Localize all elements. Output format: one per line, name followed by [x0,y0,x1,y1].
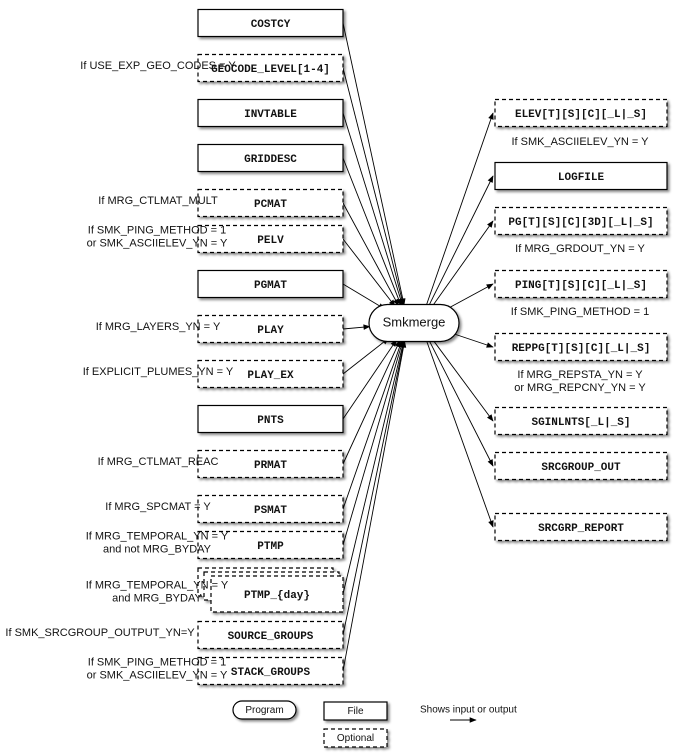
condition-label: If MRG_SPCMAT = Y [105,501,211,513]
smkmerge-flow-diagram: COSTCY GEOCODE_LEVEL[1-4]If USE_EXP_GEO_C… [5,8,668,748]
input-arrow [342,337,390,375]
condition-label: If MRG_TEMPORAL_YN = Y [86,530,229,542]
condition-label: or MRG_REPCNY_YN = Y [514,382,646,394]
output-node-pg-t-s-c-3d-l-s[interactable]: PG[T][S][C][3D][_L|_S] If MRG_GRDOUT_YN =… [494,206,668,255]
file-label: INVTABLE [244,109,297,121]
file-label: REPPG[T][S][C][_L|_S] [512,343,651,355]
file-label: PNTS [257,415,284,427]
input-arrow [342,238,396,307]
edges [342,22,494,672]
input-node-prmat[interactable]: PRMAT If MRG_CTLMAT_REAC [98,449,344,479]
file-label: PRMAT [254,460,287,472]
file-label: PSMAT [254,505,287,517]
condition-label: If MRG_LAYERS_YN = Y [96,321,221,333]
input-arrow [342,340,404,546]
file-label: ELEV[T][S][C][_L|_S] [515,109,647,121]
input-arrow [342,340,407,672]
input-node-pnts[interactable]: PNTS [197,404,344,434]
file-label: PLAY [257,325,284,337]
condition-label: If SMK_PING_METHOD = 1 [511,306,649,318]
file-label: COSTCY [251,19,291,31]
file-label: PTMP [257,541,284,553]
file-label: PG[T][S][C][3D][_L|_S] [508,217,653,229]
condition-label: If USE_EXP_GEO_CODES = Y [80,60,236,72]
condition-label: If SMK_PING_METHOD = 1 [88,656,226,668]
input-node-stack-groups[interactable]: STACK_GROUPS If SMK_PING_METHOD = 1or SMK… [87,656,344,686]
file-label: LOGFILE [558,172,605,184]
file-label: PLAY_EX [247,370,294,382]
input-node-geocode-level-1-4[interactable]: GEOCODE_LEVEL[1-4]If USE_EXP_GEO_CODES =… [80,53,344,83]
input-arrow [342,324,371,330]
file-label: SOURCE_GROUPS [228,631,314,643]
input-arrow [342,67,405,306]
output-node-sginlnts-l-s[interactable]: SGINLNTS[_L|_S] [494,406,668,436]
input-arrow [342,340,403,510]
output-arrow [425,112,494,306]
condition-label: If SMK_SRCGROUP_OUTPUT_YN=Y [5,627,195,639]
output-node-elev-t-s-c-l-s[interactable]: ELEV[T][S][C][_L|_S] If SMK_ASCIIELEV_YN … [494,98,668,148]
input-node-costcy[interactable]: COSTCY [197,8,344,38]
output-arrow [451,332,494,348]
input-node-pelv[interactable]: PELV If SMK_PING_METHOD = 1or SMK_ASCIIEL… [87,224,344,254]
condition-label: or SMK_ASCIIELEV_YN = Y [87,669,228,681]
input-node-pgmat[interactable]: PGMAT [197,269,344,299]
file-label: SRCGRP_REPORT [538,523,624,535]
output-node-srcgroup-out[interactable]: SRCGROUP_OUT [494,451,668,481]
output-arrow [432,339,494,422]
input-arrow [342,283,386,310]
file-label: PING[T][S][C][_L|_S] [515,280,647,292]
output-node-logfile[interactable]: LOGFILE [494,161,668,191]
legend-arrow-label: Shows input or output [420,705,517,716]
output-arrow [445,283,494,311]
input-arrow [342,22,406,306]
file-label: SRCGROUP_OUT [541,462,621,474]
nodes: COSTCY GEOCODE_LEVEL[1-4]If USE_EXP_GEO_C… [5,8,668,686]
file-label: PGMAT [254,280,287,292]
output-arrow [432,220,494,307]
output-node-reppg-t-s-c-l-s[interactable]: REPPG[T][S][C][_L|_S] If MRG_REPSTA_YN = … [494,332,668,394]
input-node-play-ex[interactable]: PLAY_EX If EXPLICIT_PLUMES_YN = Y [83,359,344,389]
input-node-ptmp[interactable]: PTMP If MRG_TEMPORAL_YN = Yand not MRG_BY… [86,530,344,560]
input-node-invtable[interactable]: INVTABLE [197,98,344,128]
condition-label: If SMK_PING_METHOD = 1 [88,224,226,236]
file-label: PTMP_{day} [244,590,310,602]
output-arrow [426,340,494,528]
output-arrow [428,340,494,467]
condition-label: If MRG_CTLMAT_MULT [98,195,218,207]
program-node-smkmerge[interactable]: Smkmerge [368,303,460,343]
condition-label: If MRG_TEMPORAL_YN = Y [86,579,229,591]
input-arrow [342,112,404,306]
input-arrow [342,340,406,636]
program-label: Smkmerge [383,314,446,329]
legend: Program File Optional Shows input or output [232,700,517,748]
output-node-srcgrp-report[interactable]: SRCGRP_REPORT [494,512,668,542]
output-node-ping-t-s-c-l-s[interactable]: PING[T][S][C][_L|_S] If SMK_PING_METHOD =… [494,269,668,318]
legend-program-label: Program [245,705,283,716]
input-node-griddesc[interactable]: GRIDDESC [197,143,344,173]
condition-label: and MRG_BYDAY [112,592,202,604]
condition-label: or SMK_ASCIIELEV_YN = Y [87,237,228,249]
input-node-pcmat[interactable]: PCMAT If MRG_CTLMAT_MULT [98,188,344,218]
condition-label: If MRG_CTLMAT_REAC [98,456,219,468]
input-node-source-groups[interactable]: SOURCE_GROUPS If SMK_SRCGROUP_OUTPUT_YN=Y [5,620,344,650]
file-label: SGINLNTS[_L|_S] [531,417,630,429]
legend-optional-label: Optional [337,733,374,744]
condition-label: and not MRG_BYDAY [103,543,212,555]
file-label: STACK_GROUPS [231,667,311,679]
condition-label: If EXPLICIT_PLUMES_YN = Y [83,366,234,378]
input-node-ptmp-day[interactable]: PTMP_{day} If MRG_TEMPORAL_YN = Yand MRG_… [86,567,344,613]
input-node-psmat[interactable]: PSMAT If MRG_SPCMAT = Y [105,494,344,524]
file-label: PELV [257,235,284,247]
output-arrow [428,175,494,306]
file-label: GRIDDESC [244,154,297,166]
input-arrow [342,340,405,595]
file-label: PCMAT [254,199,287,211]
input-node-play[interactable]: PLAY If MRG_LAYERS_YN = Y [96,314,344,344]
condition-label: If MRG_REPSTA_YN = Y [517,369,643,381]
legend-file-label: File [347,706,364,717]
condition-label: If MRG_GRDOUT_YN = Y [515,243,645,255]
condition-label: If SMK_ASCIIELEV_YN = Y [511,136,649,148]
